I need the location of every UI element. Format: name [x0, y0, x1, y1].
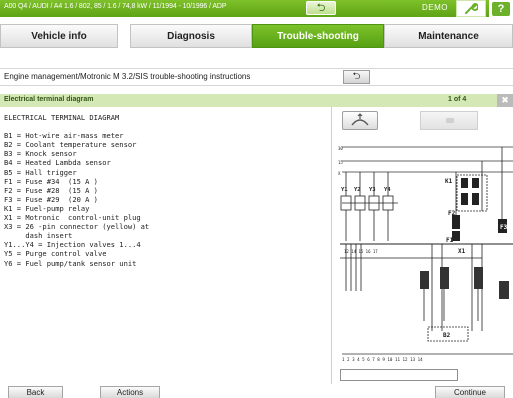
wrench-icon	[465, 2, 478, 14]
y3-label: Y3	[369, 187, 376, 193]
tab-diagnosis[interactable]: Diagnosis	[130, 24, 252, 48]
legend-line: F2 = Fuse #28 (15 A )	[4, 185, 98, 195]
legend-line: X3 = 26 -pin connector (yellow) at	[4, 222, 150, 232]
legend-line: B5 = Hall trigger	[4, 167, 77, 177]
legend-line: B1 = Hot-wire air-mass meter	[4, 131, 124, 141]
section-header: Electrical terminal diagram 1 of 4 ✖	[0, 94, 513, 107]
back-arrow-icon: ⮌	[316, 1, 326, 14]
b2-label: B2	[443, 332, 451, 339]
diagram-panel: 30 15 X K1 Y1 Y2 Y3 Y4 F2 F1 F3 12 14 16…	[331, 107, 513, 384]
pin-numbers: 1 2 3 4 5 6 7 8 9 10 11 12 13 14	[342, 357, 423, 362]
help-icon: ?	[492, 1, 510, 16]
close-section-button[interactable]: ✖	[497, 94, 513, 107]
legend-line: F3 = Fuse #29 (20 A )	[4, 194, 98, 204]
legend-line: B3 = Knock sensor	[4, 149, 77, 159]
wiring-diagram[interactable]: 30 15 X K1 Y1 Y2 Y3 Y4 F2 F1 F3 12 14 16…	[332, 131, 513, 366]
tab-vehicle-info[interactable]: Vehicle info	[0, 24, 118, 48]
nav-icon	[446, 118, 454, 123]
diagram-nav-button[interactable]	[420, 111, 478, 130]
f1-label: F1	[446, 237, 454, 244]
help-button[interactable]: ?	[489, 0, 513, 17]
legend-line: Y5 = Purge control valve	[4, 249, 107, 259]
back-arrow-icon: ⮌	[352, 71, 361, 82]
x1-label: X1	[458, 248, 466, 255]
main-tabs: Vehicle info Diagnosis Trouble-shooting …	[0, 24, 513, 48]
legend-line: B2 = Coolant temperature sensor	[4, 140, 137, 150]
bottom-bar: Back Actions Continue	[0, 386, 513, 398]
diagram-legend: ELECTRICAL TERMINAL DIAGRAM ​ B1 = Hot-w…	[4, 113, 324, 268]
instruction-title: Engine management/Motronic M 3.2/SIS tro…	[4, 72, 251, 81]
legend-line: K1 = Fuel-pump relay	[4, 203, 90, 213]
svg-text:X: X	[338, 171, 341, 176]
section-title: Electrical terminal diagram	[4, 96, 94, 103]
svg-text:30: 30	[338, 146, 343, 151]
legend-line: Y1...Y4 = Injection valves 1...4	[4, 240, 141, 250]
legend-line: F1 = Fuse #34 (15 A )	[4, 176, 98, 186]
f2-label: F2	[448, 210, 456, 217]
tools-button[interactable]	[456, 0, 486, 17]
f3-label: F3	[500, 224, 508, 231]
legend-line: X1 = Motronic control-unit plug	[4, 213, 141, 223]
back-button[interactable]: ⮌	[306, 1, 336, 15]
actions-button[interactable]: Actions	[100, 386, 160, 398]
legend-line: B4 = Heated Lambda sensor	[4, 158, 111, 168]
top-bar: A00 Q4 / AUDI / A4 1.6 / 802, 85 / 1.6 /…	[0, 0, 513, 17]
tab-trouble-shooting[interactable]: Trouble-shooting	[252, 24, 384, 48]
continue-button[interactable]: Continue	[435, 386, 505, 398]
page-indicator: 1 of 4	[448, 96, 467, 103]
arc-arrow-icon	[351, 113, 369, 126]
legend-line: ​	[4, 122, 324, 131]
svg-text:15: 15	[338, 160, 343, 165]
diagram-zoom-button[interactable]	[342, 111, 378, 130]
tab-maintenance[interactable]: Maintenance	[384, 24, 513, 48]
instruction-back-button[interactable]: ⮌	[343, 70, 370, 84]
back-nav-button[interactable]: Back	[8, 386, 63, 398]
diagram-search-field[interactable]	[340, 369, 458, 381]
legend-line: dash insert	[4, 231, 73, 241]
vehicle-breadcrumb: A00 Q4 / AUDI / A4 1.6 / 802, 85 / 1.6 /…	[4, 3, 227, 10]
legend-line: Y6 = Fuel pump/tank sensor unit	[4, 258, 137, 268]
demo-label: DEMO	[422, 3, 448, 12]
close-icon: ✖	[501, 95, 509, 105]
instruction-bar: Engine management/Motronic M 3.2/SIS tro…	[0, 68, 513, 86]
k1-label: K1	[445, 178, 453, 185]
legend-line: ELECTRICAL TERMINAL DIAGRAM	[4, 113, 120, 122]
y1-label: Y1	[341, 187, 348, 193]
